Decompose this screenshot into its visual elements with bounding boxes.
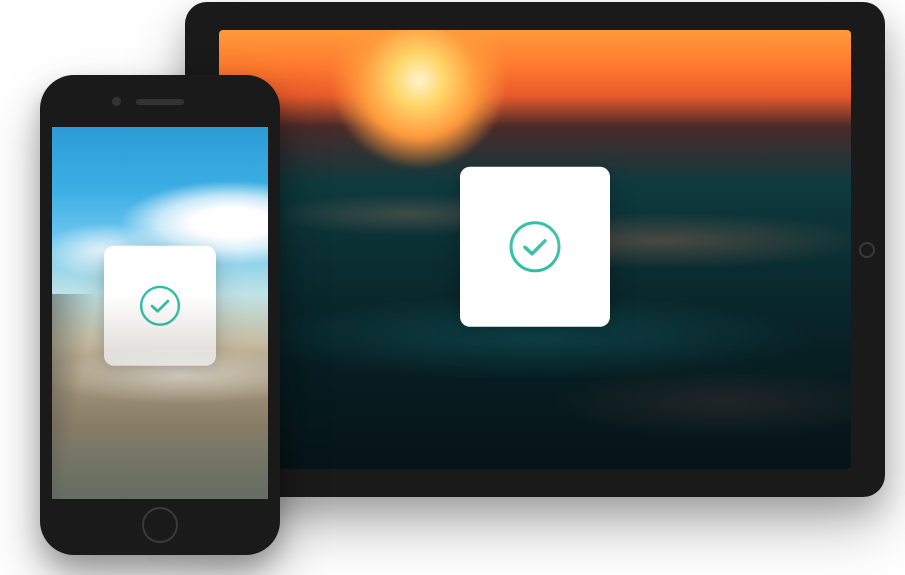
phone-device-frame [40,75,280,555]
phone-speaker [136,99,184,105]
device-mockup-stage [0,0,905,575]
phone-front-camera [112,97,121,106]
success-card [104,246,216,366]
checkmark-circle-icon [138,284,182,328]
checkmark-circle-icon [507,218,563,274]
tablet-screen [219,30,851,469]
tablet-device-frame [185,2,885,497]
tablet-home-button[interactable] [859,242,875,258]
success-card [460,166,610,326]
phone-home-button[interactable] [142,507,178,543]
phone-screen [52,127,268,499]
